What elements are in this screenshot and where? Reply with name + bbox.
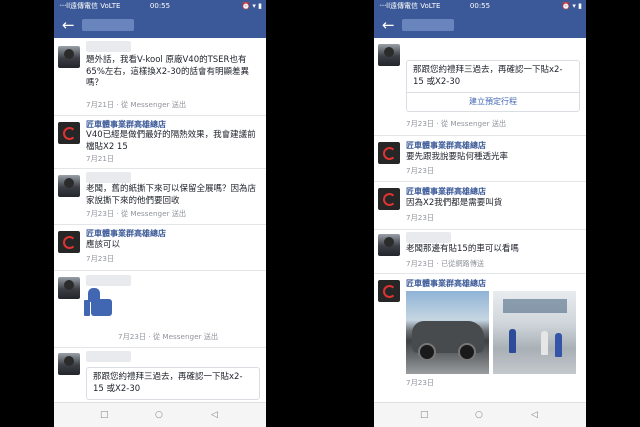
home-icon[interactable]: ○ xyxy=(475,410,483,420)
sender-name-redacted xyxy=(86,172,131,183)
sender-name[interactable]: 匠車體事業群高雄總店 xyxy=(86,228,166,239)
sender-name[interactable]: 匠車體事業群高雄總店 xyxy=(406,186,486,197)
message-list: 題外話，我看V-kool 原廠V40的TSER也有65%左右，這樣換X2-30的… xyxy=(54,38,266,403)
back-icon[interactable]: ◁ xyxy=(211,410,218,420)
message-meta: 7月23日 · 從 Messenger 送出 xyxy=(406,119,507,128)
back-arrow-icon[interactable]: ← xyxy=(62,15,75,35)
card-text: 那跟您約禮拜三過去，再確認一下貼x2-15 或X2-30 xyxy=(93,372,243,394)
status-bar: ᠁ll遠傳電信 VoLTE 00:55 ⏰ ▾ ▮ xyxy=(54,0,266,12)
recent-apps-icon[interactable]: □ xyxy=(420,410,429,420)
back-arrow-icon[interactable]: ← xyxy=(382,15,395,35)
message-meta: 7月21日 xyxy=(86,154,115,163)
sender-name[interactable]: 匠車體事業群高雄總店 xyxy=(86,119,166,130)
message-text: 因為X2我們都是需要叫貨 xyxy=(406,198,503,208)
avatar[interactable] xyxy=(378,188,400,210)
message-text: V40已經是做們最好的隔熱效果，我會建議前檔貼X2 15 xyxy=(86,130,256,152)
create-event-button[interactable]: 建立預定行程 xyxy=(407,92,579,111)
message-item[interactable]: 匠車體事業群高雄總店 因為X2我們都是需要叫貨 7月23日 xyxy=(374,182,586,230)
phone-screen-right: ᠁ll遠傳電信 VoLTE 00:55 ⏰ ▾ ▮ ← 那跟您約禮拜三過去，再確… xyxy=(374,0,586,427)
attached-photo-garage[interactable] xyxy=(493,291,576,374)
message-text: 老闆，舊的紙撕下來可以保留全展嗎？因為店家說撕下來的他們要回收 xyxy=(86,184,257,206)
avatar[interactable] xyxy=(378,142,400,164)
conversation-header: ← xyxy=(374,12,586,38)
message-meta: 7月23日 · 從 Messenger 送出 xyxy=(86,209,187,218)
android-nav-bar: □ ○ ◁ xyxy=(374,402,586,427)
sender-name-redacted xyxy=(86,351,131,362)
like-thumbs-up-icon xyxy=(84,288,114,316)
message-item[interactable]: 那跟您約禮拜三過去，再確認一下貼x2-15 或X2-30 建立預定行程 7月23… xyxy=(374,38,586,136)
system-icons: ⏰ ▾ ▮ xyxy=(241,2,262,10)
message-item[interactable]: 題外話，我看V-kool 原廠V40的TSER也有65%左右，這樣換X2-30的… xyxy=(54,38,266,116)
message-list: 那跟您約禮拜三過去，再確認一下貼x2-15 或X2-30 建立預定行程 7月23… xyxy=(374,38,586,403)
sender-name-redacted xyxy=(406,232,451,243)
message-item[interactable]: 7月23日 · 從 Messenger 送出 xyxy=(54,271,266,348)
avatar[interactable] xyxy=(378,280,400,302)
avatar[interactable] xyxy=(58,277,80,299)
message-text: 要先跟我說要貼何種透光率 xyxy=(406,152,509,162)
avatar[interactable] xyxy=(58,175,80,197)
message-text: 老闆那邊有貼15的車可以看嗎 xyxy=(406,244,519,254)
contact-name-redacted xyxy=(402,19,454,31)
conversation-header: ← xyxy=(54,12,266,38)
avatar[interactable] xyxy=(58,231,80,253)
message-item[interactable]: 老闆那邊有貼15的車可以看嗎 7月23日 · 已從網路傳送 xyxy=(374,230,586,274)
message-item[interactable]: 老闆，舊的紙撕下來可以保留全展嗎？因為店家說撕下來的他們要回收 7月23日 · … xyxy=(54,169,266,225)
message-meta: 7月23日 · 已從網路傳送 xyxy=(406,259,485,268)
attached-photo-car[interactable] xyxy=(406,291,489,374)
contact-name-redacted xyxy=(82,19,134,31)
avatar[interactable] xyxy=(58,46,80,68)
message-item[interactable]: 那跟您約禮拜三過去，再確認一下貼x2-15 或X2-30 xyxy=(54,348,266,403)
avatar[interactable] xyxy=(58,122,80,144)
back-icon[interactable]: ◁ xyxy=(531,410,538,420)
message-meta: 7月23日 · 從 Messenger 送出 xyxy=(118,332,219,341)
system-icons: ⏰ ▾ ▮ xyxy=(561,2,582,10)
android-nav-bar: □ ○ ◁ xyxy=(54,402,266,427)
message-meta: 7月21日 · 從 Messenger 送出 xyxy=(86,100,187,109)
message-card[interactable]: 那跟您約禮拜三過去，再確認一下貼x2-15 或X2-30 建立預定行程 xyxy=(406,60,580,112)
message-text: 題外話，我看V-kool 原廠V40的TSER也有65%左右，這樣換X2-30的… xyxy=(86,55,250,88)
sender-name-redacted xyxy=(86,275,131,286)
clock: 00:55 xyxy=(149,2,171,10)
sender-name[interactable]: 匠車體事業群高雄總店 xyxy=(406,140,486,151)
sender-name-redacted xyxy=(86,41,131,52)
message-meta: 7月23日 xyxy=(406,378,435,387)
avatar[interactable] xyxy=(58,353,80,375)
message-item[interactable]: 匠車體事業群高雄總店 應該可以 7月23日 xyxy=(54,225,266,271)
sender-name[interactable]: 匠車體事業群高雄總店 xyxy=(406,278,486,289)
avatar[interactable] xyxy=(378,44,400,66)
message-item[interactable]: 匠車體事業群高雄總店 要先跟我說要貼何種透光率 7月23日 xyxy=(374,136,586,182)
clock: 00:55 xyxy=(469,2,491,10)
message-item[interactable]: 匠車體事業群高雄總店 V40已經是做們最好的隔熱效果，我會建議前檔貼X2 15 … xyxy=(54,116,266,169)
message-meta: 7月23日 xyxy=(406,213,435,222)
message-meta: 7月23日 xyxy=(406,166,435,175)
status-bar: ᠁ll遠傳電信 VoLTE 00:55 ⏰ ▾ ▮ xyxy=(374,0,586,12)
avatar[interactable] xyxy=(378,234,400,256)
home-icon[interactable]: ○ xyxy=(155,410,163,420)
card-text: 那跟您約禮拜三過去，再確認一下貼x2-15 或X2-30 xyxy=(413,65,563,87)
phone-screen-left: ᠁ll遠傳電信 VoLTE 00:55 ⏰ ▾ ▮ ← 題外話，我看V-kool… xyxy=(54,0,266,427)
message-meta: 7月23日 xyxy=(86,254,115,263)
message-card[interactable]: 那跟您約禮拜三過去，再確認一下貼x2-15 或X2-30 xyxy=(86,367,260,400)
message-text: 應該可以 xyxy=(86,240,121,250)
recent-apps-icon[interactable]: □ xyxy=(100,410,109,420)
message-item[interactable]: 匠車體事業群高雄總店 7月23日 xyxy=(374,274,586,403)
